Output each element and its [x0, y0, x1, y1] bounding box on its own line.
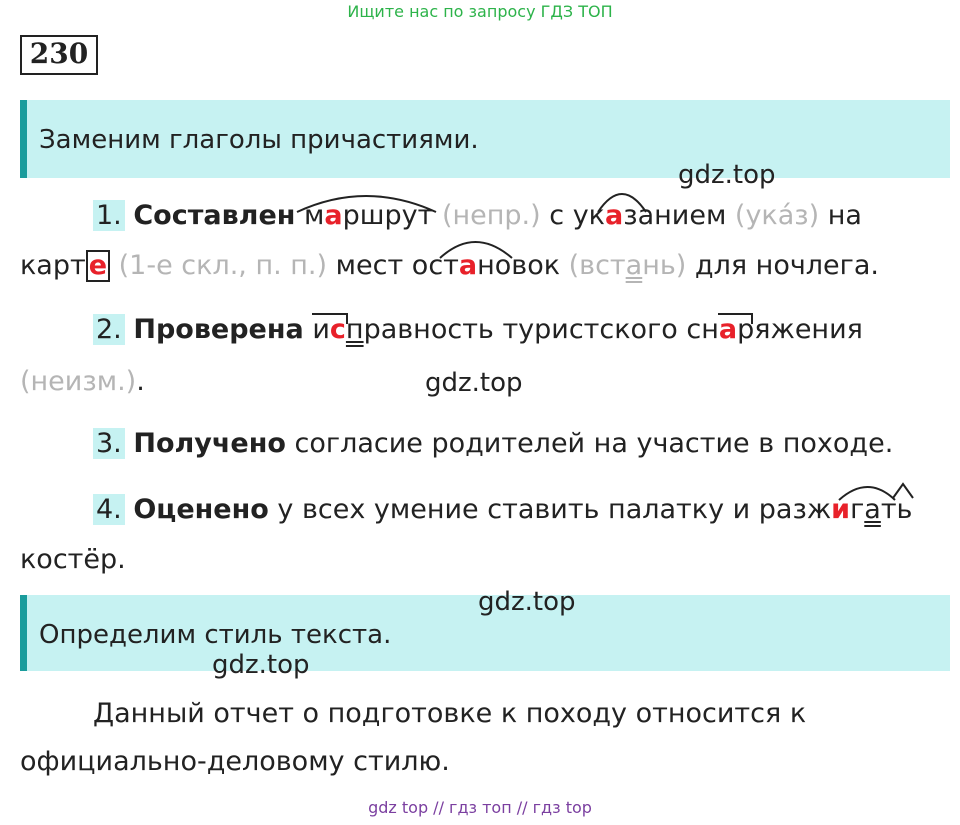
root-arc-zhig [838, 486, 896, 501]
footer-watermark: gdz top // гдз топ // гдз top [368, 798, 592, 817]
morpheme-marks [296, 193, 914, 501]
root-arc-ukaz [597, 193, 647, 213]
root-arc-marshrut [296, 195, 437, 213]
root-arc-stan [439, 241, 513, 259]
prefix-bracket-is [312, 313, 348, 324]
suffix-mark-ga [892, 482, 914, 499]
prefix-bracket-sna [718, 313, 753, 324]
